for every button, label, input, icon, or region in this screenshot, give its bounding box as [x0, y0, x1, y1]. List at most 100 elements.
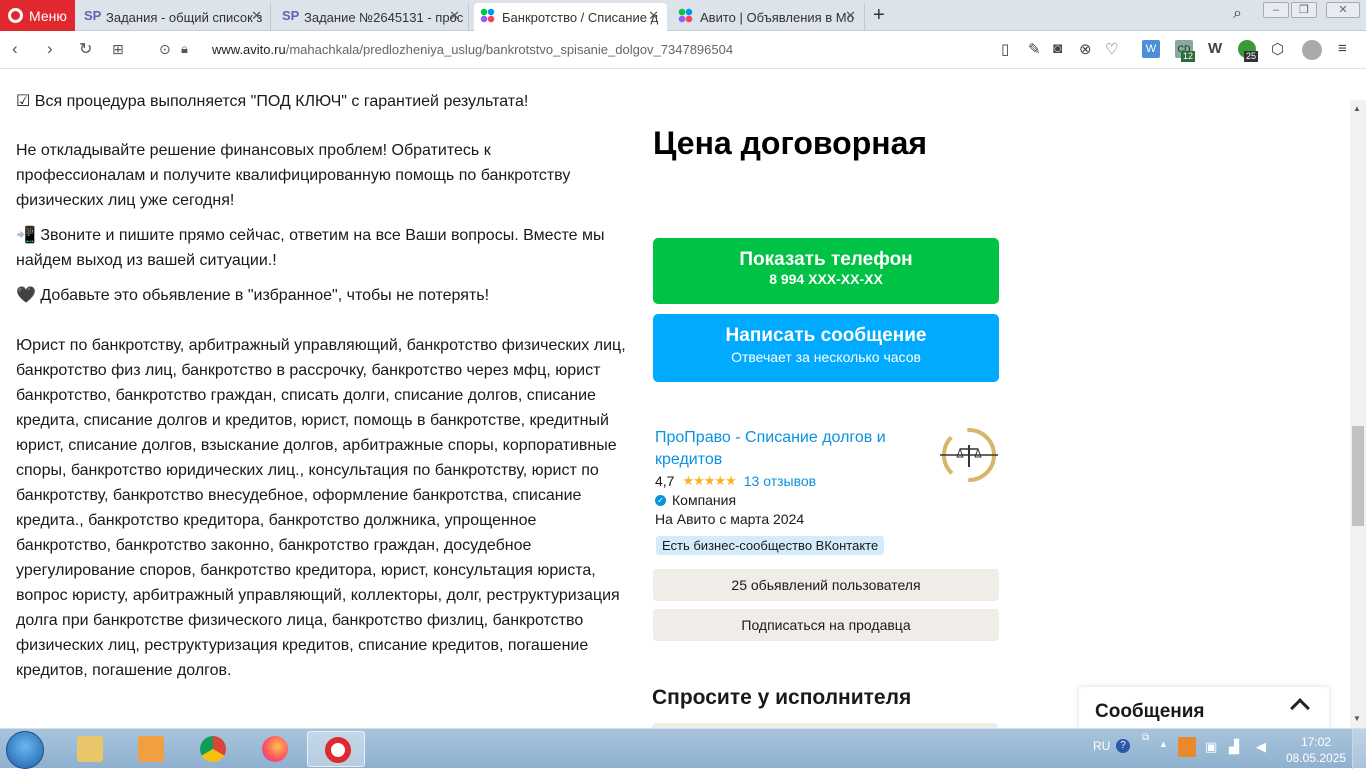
forward-icon[interactable]: › [47, 39, 53, 59]
w-extension-icon[interactable]: W [1208, 40, 1222, 57]
rating-value: 4,7 [655, 473, 675, 489]
reload-icon[interactable]: ↻ [79, 39, 92, 59]
tab-title: Задание №2645131 - прос [304, 9, 464, 25]
profile-avatar-icon[interactable] [1302, 40, 1322, 60]
network-icon[interactable]: ▟ [1229, 739, 1239, 755]
chevron-up-icon[interactable] [1290, 698, 1310, 718]
scrollbar-thumb[interactable] [1352, 426, 1364, 526]
subscribe-seller-button[interactable]: Подписаться на продавца [653, 609, 999, 641]
close-window-icon[interactable]: ✕ [1326, 2, 1360, 18]
page-scrollbar[interactable]: ▲ ▼ [1350, 100, 1366, 728]
word-extension-icon[interactable]: W [1142, 40, 1160, 58]
seller-type: ✓ Компания [655, 492, 736, 508]
rating-stars-icon: ★★★★★ [682, 473, 736, 488]
language-indicator[interactable]: RU [1093, 739, 1110, 753]
tab-title: Банкротство / Списание д [502, 9, 659, 25]
cd-badge: 12 [1181, 51, 1196, 62]
tray-expand-icon[interactable]: ▲ [1159, 739, 1168, 749]
show-desktop-button[interactable] [1352, 729, 1366, 769]
description-para-1: Не откладывайте решение финансовых пробл… [16, 142, 571, 209]
taskbar-chrome[interactable] [183, 731, 241, 767]
volume-icon[interactable]: ◀ [1256, 739, 1266, 755]
clock-time: 17:02 [1301, 735, 1332, 749]
minimize-icon[interactable]: – [1263, 2, 1289, 18]
ask-performer-heading: Спросите у исполнителя [652, 686, 912, 709]
tray-device-icon[interactable]: ▣ [1205, 739, 1217, 755]
clock-date: 08.05.2025 [1286, 751, 1347, 765]
close-tab-icon[interactable]: ✕ [845, 8, 856, 24]
taskbar-explorer[interactable] [60, 731, 118, 767]
url-field[interactable]: www.avito.ru/mahachkala/predlozheniya_us… [212, 42, 733, 57]
new-tab-plus-icon[interactable]: + [873, 4, 885, 27]
green-badge: 25 [1244, 51, 1259, 62]
block-icon[interactable]: ⊗ [1079, 40, 1092, 58]
vk-community-badge[interactable]: Есть бизнес-сообщество ВКонтакте [656, 536, 885, 555]
help-icon[interactable]: ? [1116, 739, 1130, 753]
start-button-icon[interactable] [6, 731, 44, 769]
taskbar-media-player[interactable] [121, 731, 179, 767]
location-pin-icon[interactable]: ⊙ [159, 41, 171, 58]
seller-type-label: Компания [672, 492, 737, 508]
write-message-button[interactable]: Написать сообщение Отвечает за несколько… [653, 314, 999, 382]
verified-check-icon: ✓ [655, 494, 666, 506]
url-domain: www.avito.ru [212, 42, 286, 57]
heart-icon[interactable]: ♡ [1105, 40, 1118, 58]
easy-setup-icon[interactable]: ≡ [1338, 40, 1347, 57]
description-para-3: 🖤 Добавьте это обьявление в "избранное",… [16, 287, 490, 304]
tab-title: Задания - общий список з [106, 9, 263, 25]
address-toolbar: ‹ › ↻ ⊞ ⊙ 🔒︎ www.avito.ru/mahachkala/pre… [0, 31, 1366, 69]
show-phone-title: Показать телефон [739, 249, 913, 270]
reviews-link[interactable]: 13 отзывов [744, 473, 816, 489]
seller-name-link[interactable]: ПроПраво - Списание долгов и кредитов [655, 427, 915, 471]
seller-since: На Авито с марта 2024 [655, 511, 805, 527]
tray-window-icon[interactable]: ⧉ [1142, 732, 1149, 743]
url-path: /mahachkala/predlozheniya_uslug/bankrots… [285, 42, 734, 57]
scroll-down-arrow-icon[interactable]: ▼ [1353, 714, 1361, 723]
avito-icon [480, 8, 496, 24]
taskbar-firefox[interactable] [245, 731, 303, 767]
tab-tasks-list[interactable]: SP Задания - общий список з ✕ [78, 3, 271, 31]
reader-mode-icon[interactable]: ▯ [1001, 40, 1009, 58]
scroll-up-arrow-icon[interactable]: ▲ [1353, 104, 1361, 113]
tab-title: Авито | Объявления в Мо [700, 9, 855, 25]
edit-icon[interactable]: ✎ [1028, 40, 1041, 58]
write-message-title: Написать сообщение [725, 325, 927, 346]
tab-task-2645131[interactable]: SP Задание №2645131 - прос ✕ [276, 3, 469, 31]
media-player-icon [138, 736, 164, 762]
tab-avito-moscow[interactable]: Авито | Объявления в Мо ✕ [672, 3, 865, 31]
folder-icon [77, 736, 103, 762]
close-tab-icon[interactable]: ✕ [648, 8, 659, 24]
menu-label: Меню [29, 7, 67, 24]
taskbar-opera-active[interactable] [307, 731, 365, 767]
browser-tab-bar: Меню SP Задания - общий список з ✕ SP За… [0, 0, 1366, 31]
phone-number-masked: 8 994 XXX-XX-XX [769, 271, 883, 287]
page-content: ☑ Вся процедура выполняется "ПОД КЛЮЧ" с… [0, 69, 1350, 728]
price-heading: Цена договорная [653, 125, 928, 161]
tray-clock[interactable]: 17:02 08.05.2025 [1286, 734, 1346, 766]
camera-icon[interactable]: ◙ [1053, 40, 1062, 57]
opera-icon [325, 737, 351, 763]
tray-orange-app-icon[interactable] [1178, 737, 1196, 757]
restore-icon[interactable]: ❐ [1291, 2, 1317, 18]
messages-title: Сообщения [1095, 701, 1205, 722]
close-tab-icon[interactable]: ✕ [251, 8, 262, 24]
response-time: Отвечает за несколько часов [731, 349, 921, 365]
description-keywords: Юрист по банкротству, арбитражный управл… [16, 337, 626, 679]
sp-icon: SP [282, 8, 300, 23]
messages-panel[interactable]: Сообщения [1079, 687, 1329, 728]
show-phone-button[interactable]: Показать телефон 8 994 XXX-XX-XX [653, 238, 999, 304]
tab-bankruptcy-active[interactable]: Банкротство / Списание д ✕ [474, 3, 667, 31]
opera-menu-button[interactable]: Меню [0, 0, 75, 31]
lock-icon[interactable]: 🔒︎ [181, 41, 188, 57]
windows-taskbar: RU ? ⧉ ▲ ▣ ▟ ◀ 17:02 08.05.2025 [0, 728, 1366, 769]
opera-logo-icon [8, 8, 23, 23]
seller-logo-scales-icon[interactable] [938, 427, 1000, 483]
cube-icon[interactable]: ⬡ [1271, 40, 1284, 58]
speed-dial-icon[interactable]: ⊞ [112, 41, 124, 58]
tab-search-icon[interactable]: ⌕ [1233, 5, 1242, 23]
user-listings-button[interactable]: 25 обьявлений пользователя [653, 569, 999, 601]
close-tab-icon[interactable]: ✕ [449, 8, 460, 24]
back-icon[interactable]: ‹ [12, 39, 18, 59]
firefox-icon [262, 736, 288, 762]
description-para-2: 📲 Звоните и пишите прямо сейчас, ответим… [16, 227, 605, 269]
